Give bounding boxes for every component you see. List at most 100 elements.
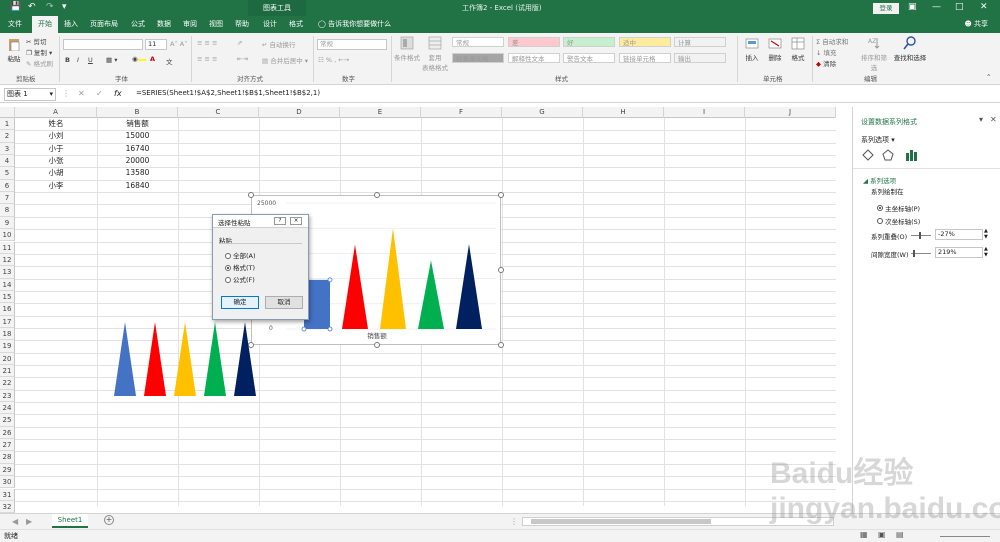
resize-handle[interactable] (498, 192, 504, 198)
cell-style-option[interactable]: 差 (508, 37, 560, 47)
orientation-icon[interactable]: ⇗ (237, 39, 242, 47)
fill-line-icon[interactable] (862, 149, 874, 161)
cancel-entry-icon[interactable]: ✕ (78, 89, 85, 98)
undo-icon[interactable]: ↶ (28, 2, 36, 12)
gap-width-input[interactable]: 219% (935, 247, 983, 258)
formula-input[interactable]: =SERIES(Sheet1!$A$2,Sheet1!$B$1,Sheet1!$… (136, 89, 320, 97)
row-header[interactable]: 16 (0, 303, 15, 316)
triangle-shape[interactable] (144, 322, 166, 396)
column-header-D[interactable]: D (259, 107, 340, 118)
column-header-A[interactable]: A (15, 107, 97, 118)
primary-axis-radio[interactable]: 主坐标轴(P) (877, 203, 920, 213)
row-header[interactable]: 21 (0, 365, 15, 378)
format-cells-button[interactable]: 格式 (787, 36, 809, 62)
cell[interactable]: 小李 (15, 180, 97, 192)
row-header[interactable]: 14 (0, 278, 15, 291)
row-header[interactable]: 8 (0, 204, 15, 217)
next-sheet-icon[interactable]: ▶ (26, 517, 32, 526)
column-header-E[interactable]: E (340, 107, 421, 118)
cell-style-option[interactable]: 解释性文本 (508, 53, 560, 63)
resize-handle[interactable] (248, 342, 254, 348)
paste-option-radio[interactable]: 全部(A) (225, 250, 256, 260)
cell[interactable]: 小刘 (15, 130, 97, 142)
row-header[interactable]: 11 (0, 241, 15, 254)
login-button[interactable]: 登录 (873, 3, 899, 14)
row-header[interactable]: 1 (0, 118, 15, 131)
tab-file[interactable]: 文件 (8, 16, 22, 33)
row-header[interactable]: 31 (0, 488, 15, 501)
italic-button[interactable]: I (77, 56, 79, 64)
chart-bar[interactable] (418, 260, 444, 329)
paste-button[interactable]: 粘贴 (4, 37, 24, 63)
autosum-button[interactable]: Σ 自动求和 (816, 36, 848, 46)
sheet-tab-sheet1[interactable]: Sheet1 (52, 514, 88, 528)
cell-style-option[interactable]: 计算 (674, 37, 726, 47)
row-header[interactable]: 12 (0, 253, 15, 267)
cell-style-option[interactable]: 常规 (452, 37, 504, 47)
resize-handle[interactable] (248, 192, 254, 198)
format-painter-button[interactable]: ✎ 格式刷 (26, 58, 53, 68)
delete-cells-button[interactable]: 删除 (764, 36, 786, 62)
column-header-G[interactable]: G (502, 107, 583, 118)
cell[interactable]: 销售额 (97, 118, 178, 130)
borders-icon[interactable]: ▦ ▾ (106, 56, 117, 64)
row-header[interactable]: 25 (0, 414, 15, 427)
number-format-icons[interactable]: ☷ % , ←→ (318, 56, 349, 64)
row-header[interactable]: 23 (0, 389, 15, 403)
row-header[interactable]: 7 (0, 192, 15, 205)
cell-style-option[interactable]: 检查单元格 (452, 53, 504, 63)
confirm-entry-icon[interactable]: ✓ (96, 89, 103, 98)
merge-center-button[interactable]: ▤ 合并后居中 ▾ (262, 55, 308, 65)
tab-design[interactable]: 设计 (263, 16, 277, 33)
ok-button[interactable]: 确定 (221, 296, 259, 309)
close-icon[interactable]: ✕ (980, 2, 988, 12)
format-as-table-button[interactable]: 套用 表格格式 (420, 36, 450, 72)
cell[interactable]: 13580 (97, 167, 178, 179)
triangle-shape[interactable] (174, 322, 196, 396)
horizontal-scroll-thumb[interactable] (531, 519, 711, 524)
align-left-icons[interactable]: ≡ ≡ ≡ (197, 55, 217, 63)
find-select-button[interactable]: 查找和选择 (893, 36, 927, 62)
chart-bar[interactable] (456, 244, 482, 329)
row-header[interactable]: 6 (0, 179, 15, 193)
row-header[interactable]: 10 (0, 229, 15, 242)
resize-handle[interactable] (498, 267, 504, 273)
column-header-I[interactable]: I (664, 107, 745, 118)
gap-width-slider[interactable] (911, 250, 931, 257)
page-layout-view-icon[interactable]: ▣ (878, 530, 886, 539)
selected-point-handle[interactable] (301, 326, 307, 332)
row-header[interactable]: 29 (0, 463, 15, 477)
row-header[interactable]: 9 (0, 216, 15, 230)
paste-special-dialog[interactable]: 选择性粘贴 ? ✕ 粘贴 全部(A) 格式(T) 公式(F) 确定 取消 (212, 214, 309, 320)
column-header-C[interactable]: C (178, 107, 259, 118)
page-break-view-icon[interactable]: ▤ (896, 530, 904, 539)
row-header[interactable]: 13 (0, 266, 15, 279)
tab-home[interactable]: 开始 (32, 16, 58, 33)
font-size-field[interactable]: 11 (145, 39, 167, 50)
dialog-close-button[interactable]: ✕ (290, 217, 302, 225)
chart-bar[interactable] (342, 244, 368, 329)
save-icon[interactable]: 💾 (10, 2, 21, 12)
cell[interactable]: 20000 (97, 155, 178, 167)
cell-style-option[interactable]: 输出 (674, 53, 726, 63)
row-header[interactable]: 32 (0, 500, 15, 514)
sort-filter-button[interactable]: AZ 排序和筛选 (858, 36, 890, 72)
normal-view-icon[interactable]: ▦ (860, 530, 868, 539)
tab-data[interactable]: 数据 (157, 16, 171, 33)
column-header-F[interactable]: F (421, 107, 502, 118)
clear-button[interactable]: ◆ 清除 (816, 58, 836, 68)
fill-color-icon[interactable]: ◉ (132, 55, 146, 63)
column-header-B[interactable]: B (97, 107, 178, 118)
row-header[interactable]: 15 (0, 290, 15, 304)
series-options-icon[interactable] (906, 150, 917, 161)
row-header[interactable]: 2 (0, 130, 15, 143)
tab-view[interactable]: 视图 (209, 16, 223, 33)
add-sheet-icon[interactable]: + (104, 515, 114, 525)
tab-insert[interactable]: 插入 (64, 16, 78, 33)
minimize-icon[interactable]: — (932, 2, 941, 12)
font-color-icon[interactable]: A (150, 55, 155, 63)
paste-option-radio[interactable]: 格式(T) (225, 262, 255, 272)
sheet-triangle-shapes[interactable] (110, 320, 262, 398)
cell[interactable]: 16740 (97, 143, 178, 155)
row-header[interactable]: 30 (0, 476, 15, 489)
